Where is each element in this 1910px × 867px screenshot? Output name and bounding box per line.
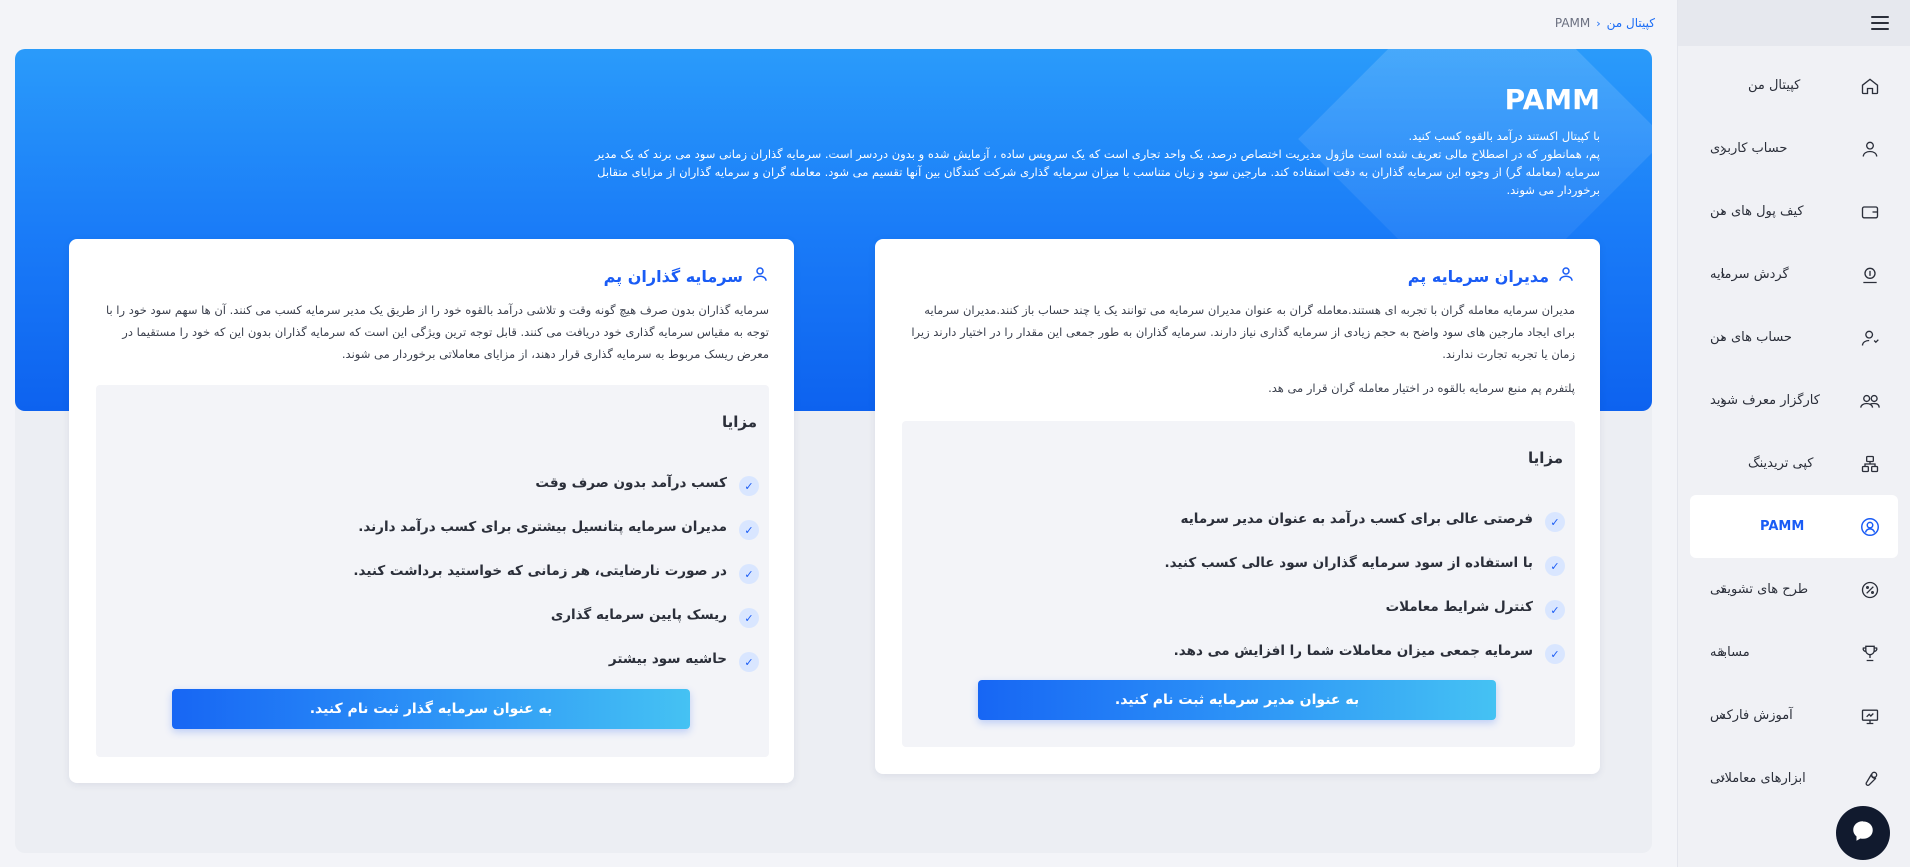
breadcrumb-home-link[interactable]: کپیتال من xyxy=(1607,16,1655,30)
sidebar: کپیتال من حساب کاربری ‹ کیف پول های من ‹… xyxy=(1677,0,1910,867)
list-item: ✓ مدیران سرمایه پتانسیل بیشتری برای کسب د… xyxy=(106,505,759,549)
managers-card: مدیران سرمایه پم مدیران سرمایه معامله گر… xyxy=(875,239,1600,774)
money-flow-icon xyxy=(1858,263,1882,287)
benefit-list: ✓ فرصتی عالی برای کسب درآمد به عنوان مدیر… xyxy=(912,497,1565,673)
list-item: ✓ فرصتی عالی برای کسب درآمد به عنوان مدیر… xyxy=(912,497,1565,541)
menu-icon[interactable] xyxy=(1871,16,1889,30)
register-investor-button[interactable]: به عنوان سرمایه گذار ثبت نام کنید. xyxy=(172,689,690,729)
percent-badge-icon xyxy=(1858,578,1882,602)
sidebar-item-wallets[interactable]: کیف پول های من ‹ xyxy=(1690,180,1898,243)
investors-card-header: سرمایه گذاران پم xyxy=(604,265,769,287)
home-icon xyxy=(1858,74,1882,98)
list-item: ✓ کسب درآمد بدون صرف وقت xyxy=(106,461,759,505)
sidebar-item-contest[interactable]: مسابقه ‹ xyxy=(1690,621,1898,684)
sidebar-header xyxy=(1678,0,1910,46)
benefit-text: کسب درآمد بدون صرف وقت xyxy=(535,475,727,491)
benefit-text: حاشیه سود بیشتر xyxy=(608,651,727,667)
list-item: ✓ در صورت نارضایتی، هر زمانی که خواستید ب… xyxy=(106,549,759,593)
managers-card-title: مدیران سرمایه پم xyxy=(1407,266,1549,286)
check-icon: ✓ xyxy=(739,608,759,628)
benefits-title: مزایا xyxy=(721,413,757,431)
hero-description: با کپیتال اکستند درآمد بالقوه کسب کنید. … xyxy=(590,127,1600,199)
chevron-left-icon: ‹ xyxy=(1720,581,1726,598)
trophy-icon xyxy=(1858,641,1882,665)
pamm-icon xyxy=(1858,515,1882,539)
check-icon: ✓ xyxy=(739,476,759,496)
list-item: ✓ کنترل شرایط معاملات xyxy=(912,585,1565,629)
user-account-icon xyxy=(1858,326,1882,350)
sidebar-nav: کپیتال من حساب کاربری ‹ کیف پول های من ‹… xyxy=(1678,54,1910,810)
copy-network-icon xyxy=(1858,452,1882,476)
investors-benefits: مزایا ✓ کسب درآمد بدون صرف وقت ✓ مدیران سر… xyxy=(96,385,769,757)
list-item: ✓ ریسک پایین سرمایه گذاری xyxy=(106,593,759,637)
check-icon: ✓ xyxy=(1545,644,1565,664)
user-icon xyxy=(1858,137,1882,161)
investors-card-title: سرمایه گذاران پم xyxy=(603,266,743,286)
users-icon xyxy=(1858,389,1882,413)
chat-bubble-icon xyxy=(1850,818,1876,848)
benefit-text: در صورت نارضایتی، هر زمانی که خواستید بر… xyxy=(353,563,727,579)
sidebar-item-user-account[interactable]: حساب کاربری ‹ xyxy=(1690,117,1898,180)
wallet-icon xyxy=(1858,200,1882,224)
sidebar-item-trading-tools[interactable]: ابزارهای معاملاتی ‹ xyxy=(1690,747,1898,810)
list-item: ✓ حاشیه سود بیشتر xyxy=(106,637,759,681)
benefit-text: فرصتی عالی برای کسب درآمد به عنوان مدیر … xyxy=(1180,511,1533,527)
benefit-list: ✓ کسب درآمد بدون صرف وقت ✓ مدیران سرمایه پ… xyxy=(106,461,759,681)
chevron-left-icon: ‹ xyxy=(1720,392,1726,409)
benefit-text: ریسک پایین سرمایه گذاری xyxy=(550,607,727,623)
breadcrumb: کپیتال من ‹ PAMM xyxy=(1555,16,1655,30)
sidebar-item-label: کپی تریدینگ xyxy=(1748,456,1814,471)
check-icon: ✓ xyxy=(1545,600,1565,620)
benefit-text: مدیران سرمایه پتانسیل بیشتری برای کسب در… xyxy=(358,519,727,535)
sidebar-item-capital[interactable]: کپیتال من xyxy=(1690,54,1898,117)
benefit-text: با استفاده از سود سرمایه گذاران سود عالی… xyxy=(1164,555,1533,571)
managers-benefits: مزایا ✓ فرصتی عالی برای کسب درآمد به عنوا… xyxy=(902,421,1575,747)
chevron-left-icon: ‹ xyxy=(1720,644,1726,661)
tools-icon xyxy=(1858,767,1882,791)
check-icon: ✓ xyxy=(739,520,759,540)
chevron-left-icon: ‹ xyxy=(1720,329,1726,346)
sidebar-item-label: PAMM xyxy=(1760,519,1805,534)
check-icon: ✓ xyxy=(1545,512,1565,532)
hero-line-2: پم، همانطور که در اصطلاح مالی تعریف شده … xyxy=(594,147,1600,197)
user-icon xyxy=(751,265,769,287)
breadcrumb-separator-icon: ‹ xyxy=(1596,16,1601,30)
hero-line-1: با کپیتال اکستند درآمد بالقوه کسب کنید. xyxy=(1408,129,1600,143)
chevron-left-icon: ‹ xyxy=(1720,707,1726,724)
benefits-title: مزایا xyxy=(1527,449,1563,467)
education-icon xyxy=(1858,704,1882,728)
check-icon: ✓ xyxy=(739,652,759,672)
sidebar-item-incentives[interactable]: طرح های تشویقی ‹ xyxy=(1690,558,1898,621)
sidebar-item-pamm[interactable]: PAMM xyxy=(1690,495,1898,558)
investors-description: سرمایه گذاران بدون صرف هیچ گونه وقت و تل… xyxy=(105,303,769,361)
sidebar-item-my-accounts[interactable]: حساب های من ‹ xyxy=(1690,306,1898,369)
check-icon: ✓ xyxy=(1545,556,1565,576)
managers-description: مدیران سرمایه معامله گران با تجربه ای هس… xyxy=(911,303,1575,361)
chevron-left-icon: ‹ xyxy=(1720,203,1726,220)
register-manager-button[interactable]: به عنوان مدیر سرمایه ثبت نام کنید. xyxy=(978,680,1496,720)
chevron-left-icon: ‹ xyxy=(1720,140,1726,157)
list-item: ✓ سرمایه جمعی میزان معاملات شما را افزایش… xyxy=(912,629,1565,673)
sidebar-item-referral[interactable]: کارگزار معرف شوید ‹ xyxy=(1690,369,1898,432)
sidebar-item-label: کپیتال من xyxy=(1748,78,1801,93)
chat-button[interactable] xyxy=(1836,806,1890,860)
managers-card-header: مدیران سرمایه پم xyxy=(1408,265,1575,287)
check-icon: ✓ xyxy=(739,564,759,584)
sidebar-item-copy-trading[interactable]: کپی تریدینگ xyxy=(1690,432,1898,495)
main-content: کپیتال من ‹ PAMM PAMM با کپیتال اکستند د… xyxy=(0,0,1677,867)
chevron-left-icon: ‹ xyxy=(1720,266,1726,283)
benefit-text: سرمایه جمعی میزان معاملات شما را افزایش … xyxy=(1173,643,1533,659)
user-icon xyxy=(1557,265,1575,287)
sidebar-item-capital-flow[interactable]: گردش سرمایه ‹ xyxy=(1690,243,1898,306)
investors-card: سرمایه گذاران پم سرمایه گذاران بدون صرف … xyxy=(69,239,794,783)
sidebar-item-forex-education[interactable]: آموزش فارکس ‹ xyxy=(1690,684,1898,747)
managers-description-2: پلتفرم پم منبع سرمایه بالقوه در اختیار م… xyxy=(1268,381,1575,395)
breadcrumb-current: PAMM xyxy=(1554,16,1591,30)
list-item: ✓ با استفاده از سود سرمایه گذاران سود عال… xyxy=(912,541,1565,585)
page-title: PAMM xyxy=(1504,83,1600,116)
chevron-left-icon: ‹ xyxy=(1720,770,1726,787)
benefit-text: کنترل شرایط معاملات xyxy=(1385,599,1533,615)
